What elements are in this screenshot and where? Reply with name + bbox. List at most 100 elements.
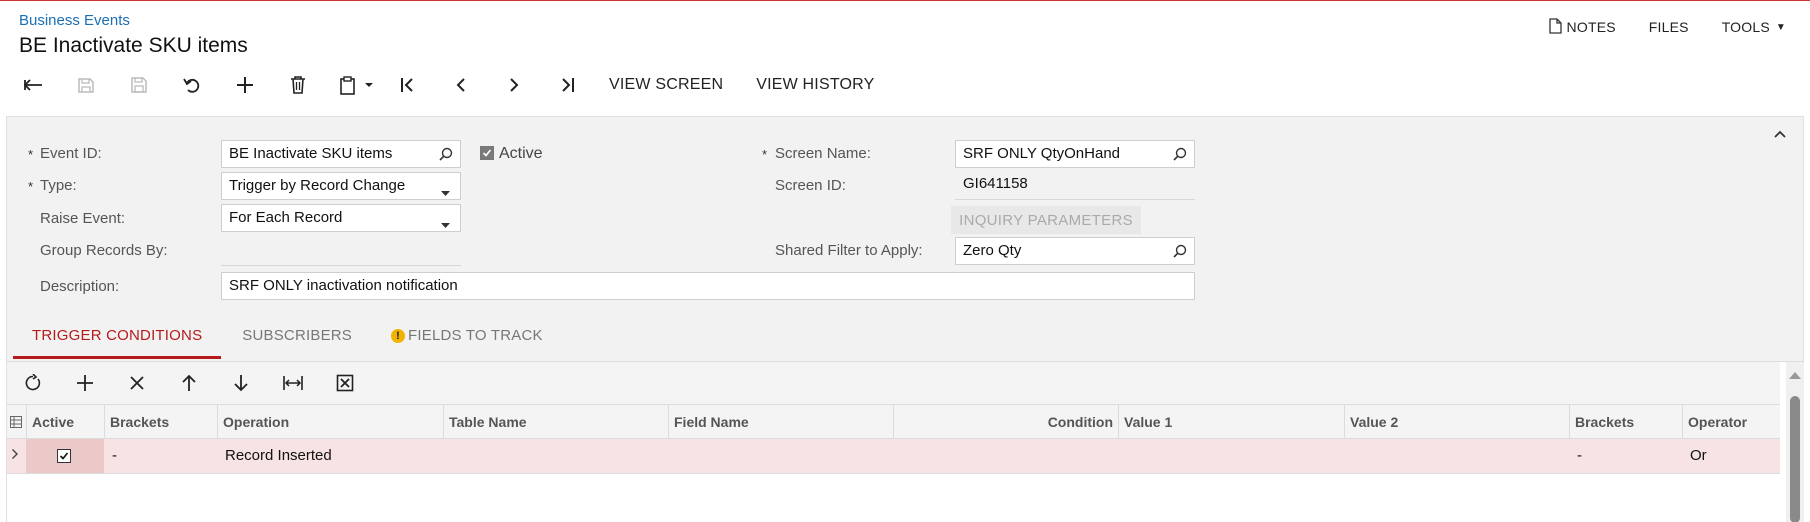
column-header-operator[interactable]: Operator — [1682, 405, 1780, 439]
notes-button[interactable]: NOTES — [1548, 17, 1616, 37]
row-brackets-open[interactable]: - — [104, 439, 217, 473]
row-field-name[interactable] — [668, 439, 893, 473]
column-header-table-name[interactable]: Table Name — [443, 405, 668, 439]
view-screen-button[interactable]: VIEW SCREEN — [609, 76, 723, 94]
group-records-by-field[interactable] — [221, 265, 461, 266]
screen-name-field[interactable]: SRF ONLY QtyOnHand — [955, 140, 1195, 168]
chevron-down-icon: ▼ — [1775, 21, 1786, 33]
grid-toolbar — [7, 362, 1780, 404]
tab-bar: TRIGGER CONDITIONS SUBSCRIBERS ! FIELDS T… — [13, 319, 562, 359]
tools-label: TOOLS — [1721, 19, 1770, 35]
chevron-down-icon — [441, 216, 450, 231]
table-row[interactable]: - Record Inserted - Or — [7, 439, 1780, 474]
main-toolbar: VIEW SCREEN VIEW HISTORY — [20, 70, 875, 100]
event-id-field[interactable]: BE Inactivate SKU items — [221, 140, 461, 168]
grid-scrollbar[interactable] — [1786, 362, 1804, 522]
shared-filter-value: Zero Qty — [963, 242, 1022, 259]
tab-fields-to-track[interactable]: ! FIELDS TO TRACK — [371, 319, 562, 359]
active-checkbox[interactable] — [480, 146, 494, 160]
row-active-checkbox[interactable] — [57, 449, 71, 463]
column-header-brackets-close[interactable]: Brackets — [1569, 405, 1682, 439]
column-header-value1[interactable]: Value 1 — [1118, 405, 1344, 439]
back-icon[interactable] — [21, 73, 45, 97]
undo-icon[interactable] — [180, 73, 204, 97]
screen-id-label: Screen ID: — [775, 177, 846, 194]
screen-name-required-mark: * — [762, 147, 768, 162]
description-value: SRF ONLY inactivation notification — [229, 277, 458, 294]
tab-label: FIELDS TO TRACK — [408, 327, 543, 344]
scroll-up-icon[interactable] — [1789, 372, 1801, 379]
column-header-operation[interactable]: Operation — [217, 405, 443, 439]
last-record-icon[interactable] — [555, 73, 579, 97]
row-operation[interactable]: Record Inserted — [217, 439, 443, 473]
fit-columns-icon[interactable] — [281, 371, 305, 395]
warning-icon: ! — [391, 329, 406, 343]
note-icon — [1548, 17, 1567, 37]
type-value: Trigger by Record Change — [229, 177, 406, 194]
save-close-icon[interactable] — [74, 73, 98, 97]
add-icon[interactable] — [233, 73, 257, 97]
page-title: BE Inactivate SKU items — [19, 34, 248, 57]
header-actions: NOTES FILES TOOLS ▼ — [1548, 17, 1810, 37]
export-excel-icon[interactable] — [333, 371, 357, 395]
raise-event-value: For Each Record — [229, 209, 343, 226]
add-row-icon[interactable] — [73, 371, 97, 395]
event-id-required-mark: * — [28, 147, 34, 162]
tools-button[interactable]: TOOLS ▼ — [1722, 19, 1786, 35]
top-accent-line — [0, 0, 1810, 1]
description-label: Description: — [40, 278, 120, 295]
raise-event-label: Raise Event: — [40, 210, 126, 227]
shared-filter-label: Shared Filter to Apply: — [775, 242, 923, 259]
scroll-thumb[interactable] — [1790, 396, 1800, 522]
search-icon[interactable] — [1173, 147, 1187, 165]
row-operator[interactable]: Or — [1682, 439, 1780, 473]
column-header-condition[interactable]: Condition — [893, 405, 1118, 439]
raise-event-select[interactable]: For Each Record — [221, 204, 461, 232]
row-value1[interactable] — [1118, 439, 1344, 473]
move-down-icon[interactable] — [229, 371, 253, 395]
tab-subscribers[interactable]: SUBSCRIBERS — [223, 319, 371, 359]
row-table-name[interactable] — [443, 439, 668, 473]
view-history-button[interactable]: VIEW HISTORY — [756, 76, 874, 94]
description-field[interactable]: SRF ONLY inactivation notification — [221, 272, 1195, 300]
column-header-active[interactable]: Active — [26, 405, 104, 439]
chevron-down-icon — [441, 184, 450, 199]
group-records-by-label: Group Records By: — [40, 242, 168, 259]
screen-id-value: GI641158 — [955, 172, 1195, 200]
delete-row-icon[interactable] — [125, 371, 149, 395]
row-brackets-close[interactable]: - — [1569, 439, 1682, 473]
shared-filter-field[interactable]: Zero Qty — [955, 237, 1195, 265]
inquiry-parameters-button[interactable]: INQUIRY PARAMETERS — [951, 206, 1141, 234]
previous-record-icon[interactable] — [449, 73, 473, 97]
clipboard-icon[interactable] — [339, 73, 373, 97]
next-record-icon[interactable] — [502, 73, 526, 97]
type-label: Type: — [40, 177, 77, 194]
row-value2[interactable] — [1344, 439, 1569, 473]
screen-name-label: Screen Name: — [775, 145, 871, 162]
event-id-label: Event ID: — [40, 145, 102, 162]
row-active-cell[interactable] — [26, 439, 104, 473]
first-record-icon[interactable] — [396, 73, 420, 97]
column-header-value2[interactable]: Value 2 — [1344, 405, 1569, 439]
search-icon[interactable] — [1173, 244, 1187, 262]
type-required-mark: * — [28, 179, 34, 194]
tab-label: TRIGGER CONDITIONS — [32, 327, 203, 344]
collapse-icon[interactable] — [1773, 126, 1787, 144]
row-condition[interactable] — [893, 439, 1118, 473]
row-expand-icon[interactable] — [7, 439, 26, 473]
save-icon[interactable] — [127, 73, 151, 97]
type-select[interactable]: Trigger by Record Change — [221, 172, 461, 200]
delete-icon[interactable] — [286, 73, 310, 97]
grid-header: Active Brackets Operation Table Name Fie… — [7, 404, 1780, 439]
files-button[interactable]: FILES — [1649, 19, 1689, 35]
column-header-field-name[interactable]: Field Name — [668, 405, 893, 439]
move-up-icon[interactable] — [177, 371, 201, 395]
column-header-brackets-open[interactable]: Brackets — [104, 405, 217, 439]
column-selector-icon[interactable] — [7, 405, 26, 439]
search-icon[interactable] — [439, 147, 453, 165]
refresh-icon[interactable] — [21, 371, 45, 395]
notes-label: NOTES — [1566, 19, 1616, 35]
trigger-conditions-grid: Active Brackets Operation Table Name Fie… — [7, 361, 1804, 522]
breadcrumb[interactable]: Business Events — [19, 12, 130, 29]
tab-trigger-conditions[interactable]: TRIGGER CONDITIONS — [13, 319, 222, 359]
